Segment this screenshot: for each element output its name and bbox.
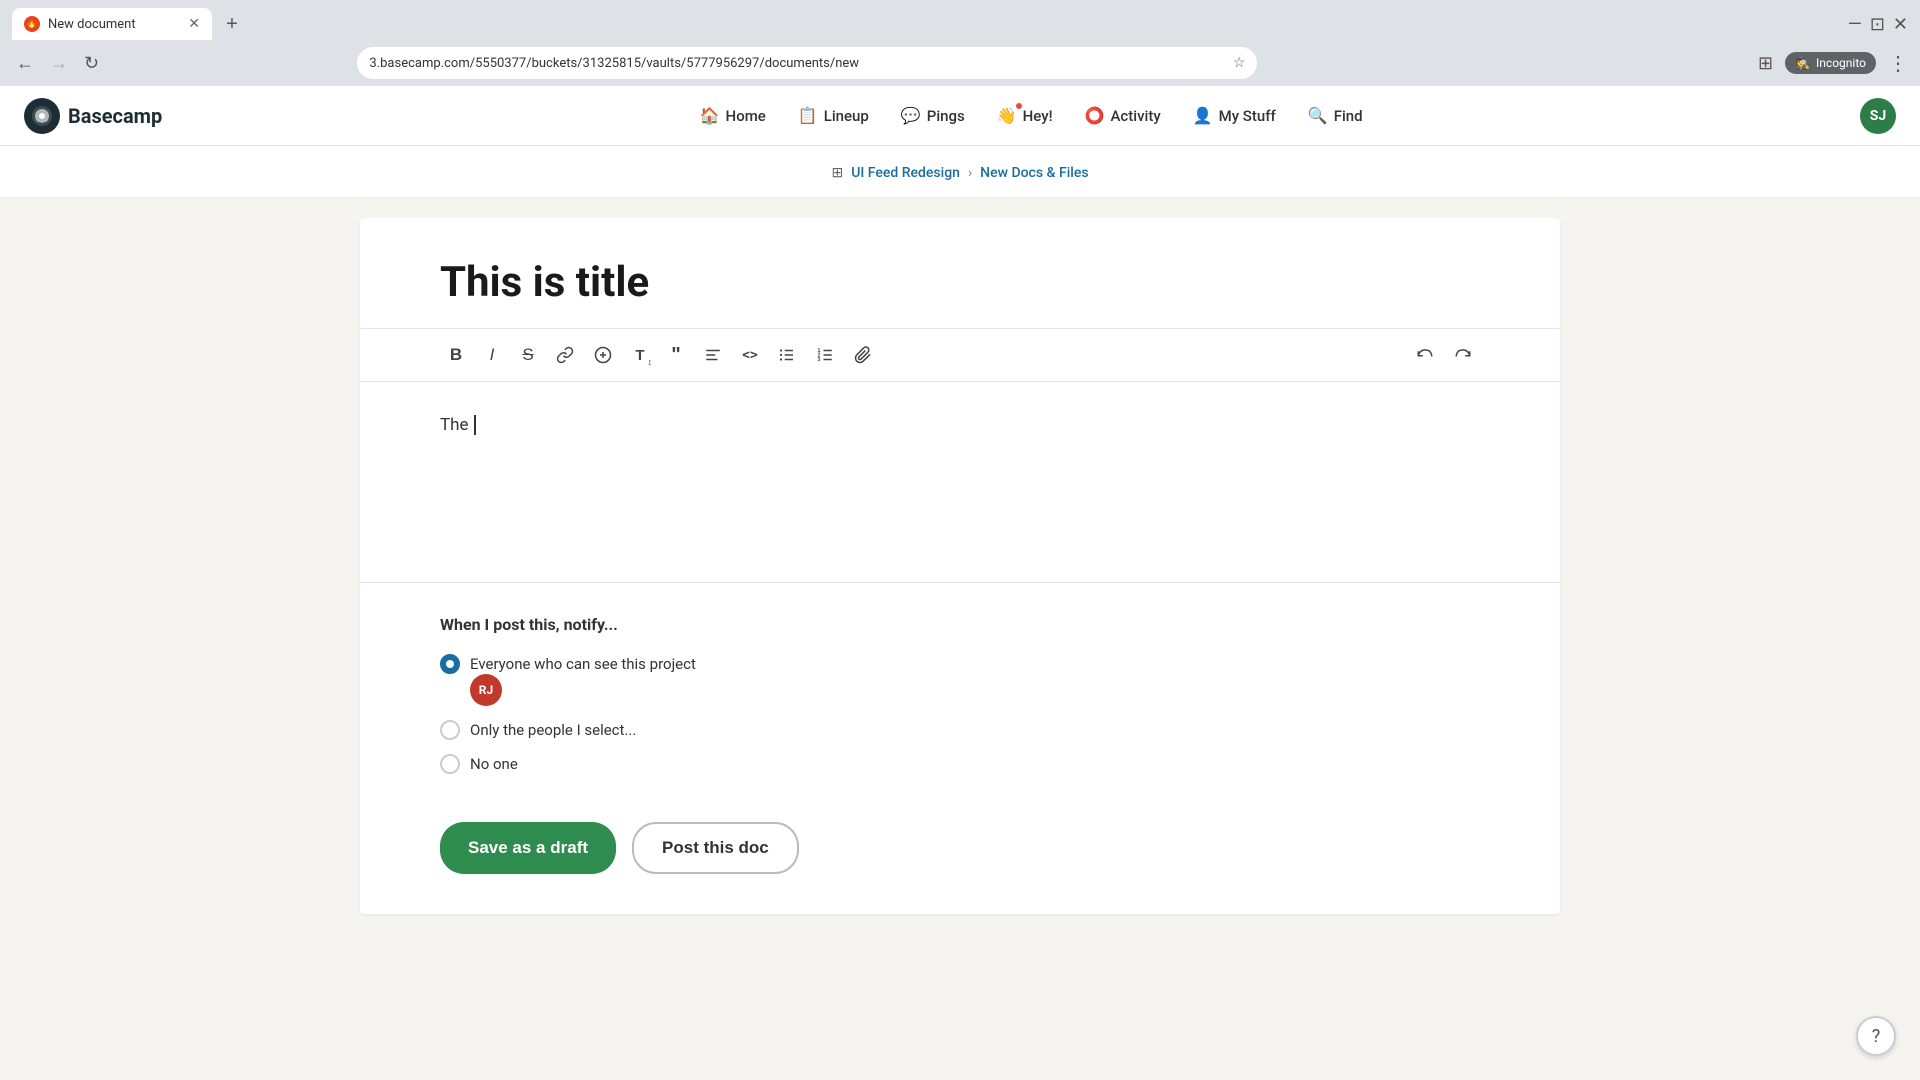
nav-label-find: Find — [1334, 107, 1363, 125]
notify-title: When I post this, notify... — [440, 615, 1480, 634]
unordered-list-button[interactable] — [770, 339, 804, 371]
action-buttons: Save as a draft Post this doc — [360, 806, 1560, 914]
browser-toolbar: ← → ↻ 3.basecamp.com/5550377/buckets/313… — [0, 40, 1920, 86]
nav-label-home: Home — [726, 107, 766, 125]
app-nav: Basecamp 🏠 Home 📋 Lineup 💬 Pings 👋 Hey! … — [0, 86, 1920, 146]
align-button[interactable] — [696, 339, 730, 371]
nav-label-pings: Pings — [927, 107, 965, 125]
nav-logo: Basecamp — [24, 98, 162, 134]
editor-toolbar: B I S T ↕ " — [360, 328, 1560, 382]
nav-label-my-stuff: My Stuff — [1219, 107, 1276, 125]
nav-item-activity[interactable]: ⭕ Activity — [1071, 98, 1175, 133]
tab-title: New document — [48, 17, 180, 32]
nav-item-find[interactable]: 🔍 Find — [1294, 98, 1377, 133]
nav-item-home[interactable]: 🏠 Home — [686, 98, 780, 133]
minimize-icon[interactable]: — — [1848, 14, 1862, 35]
radio-everyone-label: Everyone who can see this project — [470, 655, 696, 673]
radio-select[interactable] — [440, 720, 460, 740]
address-bar[interactable]: 3.basecamp.com/5550377/buckets/31325815/… — [357, 47, 1257, 79]
extensions-icon: ⊞ — [1758, 53, 1773, 74]
tab-favicon: 🔥 — [24, 16, 40, 32]
editor-text-content[interactable]: The — [440, 412, 1480, 439]
chrome-menu-icon[interactable]: ⋮ — [1888, 51, 1908, 75]
quote-button[interactable]: " — [660, 339, 692, 371]
notify-option-noone[interactable]: No one — [440, 754, 1480, 774]
incognito-icon: 🕵 — [1795, 56, 1810, 70]
nav-label-lineup: Lineup — [824, 107, 869, 125]
heading-button[interactable]: T ↕ — [624, 339, 656, 371]
save-draft-button[interactable]: Save as a draft — [440, 822, 616, 874]
undo-redo-group — [1408, 339, 1480, 371]
tab-close-icon[interactable]: ✕ — [188, 16, 200, 32]
incognito-button: 🕵 Incognito — [1785, 52, 1876, 74]
notify-option-everyone: Everyone who can see this project RJ — [440, 654, 1480, 706]
undo-button[interactable] — [1408, 339, 1442, 371]
radio-select-label: Only the people I select... — [470, 721, 636, 739]
italic-button[interactable]: I — [476, 339, 508, 371]
doc-card: This is title B I S T ↕ — [360, 218, 1560, 914]
attachment-button[interactable] — [846, 339, 880, 371]
maximize-icon[interactable]: ⊡ — [1870, 14, 1885, 35]
ordered-list-button[interactable]: 1 2 3 — [808, 339, 842, 371]
breadcrumb-bar: ⊞ UI Feed Redesign › New Docs & Files — [0, 146, 1920, 198]
hey-icon: 👋 — [997, 106, 1017, 125]
lineup-icon: 📋 — [798, 106, 818, 125]
logo-mark — [24, 98, 60, 134]
text-cursor — [474, 415, 476, 435]
link-button[interactable] — [548, 339, 582, 371]
notify-radio-group: Everyone who can see this project RJ Onl… — [440, 654, 1480, 774]
forward-button[interactable]: → — [46, 49, 72, 78]
editor-body[interactable]: The — [360, 382, 1560, 582]
logo-text: Basecamp — [68, 104, 162, 128]
code-button[interactable]: <> — [734, 339, 766, 371]
home-icon: 🏠 — [700, 106, 720, 125]
everyone-avatar-group: RJ — [470, 674, 1480, 706]
activity-icon: ⭕ — [1085, 106, 1105, 125]
browser-tab[interactable]: 🔥 New document ✕ — [12, 8, 212, 40]
nav-item-hey[interactable]: 👋 Hey! — [983, 98, 1067, 133]
help-button[interactable]: ? — [1856, 1016, 1896, 1056]
pings-icon: 💬 — [901, 106, 921, 125]
svg-text:3: 3 — [818, 357, 821, 363]
folder-icon: ⊞ — [831, 165, 843, 181]
address-url: 3.basecamp.com/5550377/buckets/31325815/… — [369, 56, 1224, 71]
page-content: This is title B I S T ↕ — [0, 198, 1920, 974]
notify-section: When I post this, notify... Everyone who… — [360, 583, 1560, 806]
nav-items: 🏠 Home 📋 Lineup 💬 Pings 👋 Hey! ⭕ Activit… — [202, 98, 1860, 133]
highlight-button[interactable] — [586, 339, 620, 371]
reload-button[interactable]: ↻ — [80, 49, 103, 78]
bookmark-icon[interactable]: ☆ — [1233, 55, 1246, 71]
new-tab-button[interactable]: + — [216, 8, 248, 40]
radio-noone[interactable] — [440, 754, 460, 774]
editor-text: The — [440, 415, 473, 435]
breadcrumb-project-link[interactable]: UI Feed Redesign — [851, 165, 960, 181]
address-icons: ☆ — [1233, 55, 1246, 71]
user-avatar[interactable]: SJ — [1860, 98, 1896, 134]
back-button[interactable]: ← — [12, 49, 38, 78]
radio-noone-label: No one — [470, 755, 518, 773]
radio-everyone[interactable] — [440, 654, 460, 674]
doc-title[interactable]: This is title — [440, 258, 1480, 308]
bold-button[interactable]: B — [440, 339, 472, 371]
nav-item-lineup[interactable]: 📋 Lineup — [784, 98, 883, 133]
strikethrough-button[interactable]: S — [512, 339, 544, 371]
nav-label-activity: Activity — [1110, 107, 1160, 125]
user-avatar-rj: RJ — [470, 674, 502, 706]
breadcrumb: ⊞ UI Feed Redesign › New Docs & Files — [831, 165, 1088, 181]
breadcrumb-folder-link[interactable]: New Docs & Files — [980, 165, 1088, 181]
browser-actions: ⊞ 🕵 Incognito ⋮ — [1758, 51, 1908, 75]
nav-item-my-stuff[interactable]: 👤 My Stuff — [1179, 98, 1290, 133]
post-doc-button[interactable]: Post this doc — [632, 822, 799, 874]
close-icon[interactable]: ✕ — [1893, 14, 1908, 35]
my-stuff-icon: 👤 — [1193, 106, 1213, 125]
find-icon: 🔍 — [1308, 106, 1328, 125]
nav-label-hey: Hey! — [1023, 107, 1053, 125]
title-area: This is title — [360, 218, 1560, 328]
breadcrumb-separator: › — [968, 165, 972, 181]
window-controls: — ⊡ ✕ — [1848, 14, 1920, 35]
notify-option-select[interactable]: Only the people I select... — [440, 720, 1480, 740]
nav-item-pings[interactable]: 💬 Pings — [887, 98, 979, 133]
redo-button[interactable] — [1446, 339, 1480, 371]
incognito-label: Incognito — [1816, 56, 1866, 70]
